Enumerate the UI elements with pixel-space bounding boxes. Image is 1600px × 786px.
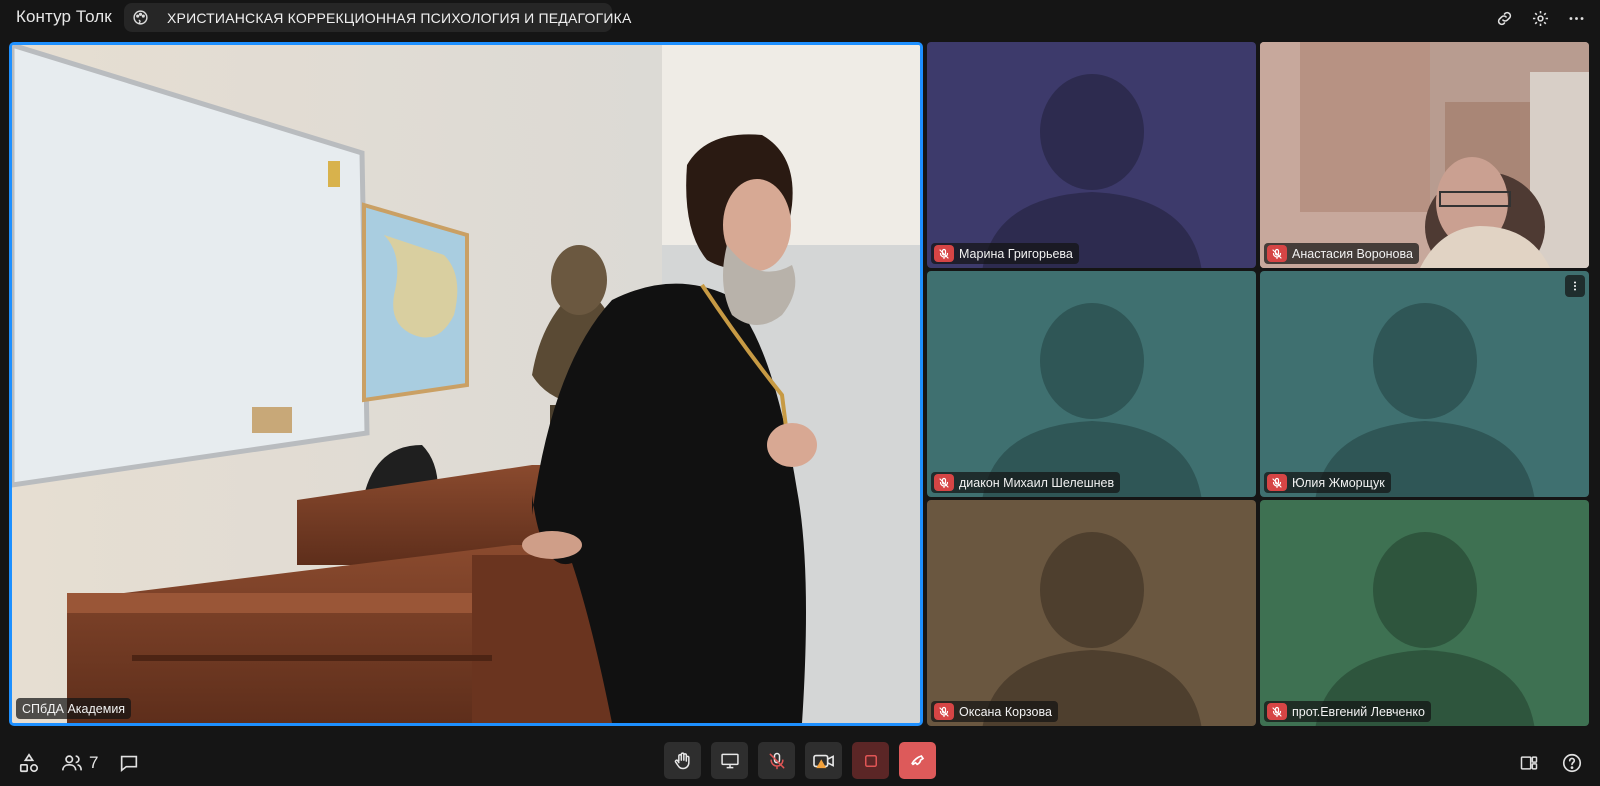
palette-icon bbox=[132, 9, 149, 27]
app-title: Контур Толк bbox=[16, 7, 112, 26]
meeting-title-pill[interactable]: ХРИСТИАНСКАЯ КОРРЕКЦИОННАЯ ПСИХОЛОГИЯ И … bbox=[124, 3, 631, 32]
classroom-video-frame bbox=[12, 45, 920, 723]
layout-grid-icon bbox=[1520, 756, 1538, 770]
participant-tile[interactable]: диакон Михаил Шелешнев bbox=[927, 271, 1256, 497]
participant-video-frame bbox=[1260, 42, 1589, 268]
participant-name: диакон Михаил Шелешнев bbox=[959, 475, 1115, 490]
mic-off-icon bbox=[934, 474, 954, 491]
microphone-toggle-button[interactable] bbox=[758, 742, 795, 779]
main-speaker-video[interactable]: СПбДА Академия bbox=[9, 42, 923, 726]
mic-off-icon bbox=[934, 245, 954, 262]
participant-tile[interactable]: прот.Евгений Левченко bbox=[1260, 500, 1589, 726]
avatar-silhouette-icon bbox=[982, 74, 1201, 268]
link-icon bbox=[1497, 11, 1511, 25]
help-button[interactable] bbox=[1557, 746, 1587, 780]
question-icon bbox=[1562, 753, 1582, 773]
mic-off-icon bbox=[1267, 474, 1287, 491]
top-actions bbox=[1490, 6, 1590, 30]
main-speaker-name: СПбДА Академия bbox=[22, 701, 126, 716]
vertical-ellipsis-icon bbox=[1574, 281, 1576, 291]
camera-toggle-button[interactable] bbox=[805, 742, 842, 779]
settings-button[interactable] bbox=[1526, 6, 1554, 30]
layout-button[interactable] bbox=[1514, 746, 1544, 780]
participants-count: 7 bbox=[89, 753, 99, 772]
participant-name: Юлия Жморщук bbox=[1292, 475, 1385, 490]
meeting-name: ХРИСТИАНСКАЯ КОРРЕКЦИОННАЯ ПСИХОЛОГИЯ И … bbox=[167, 9, 632, 26]
raise-hand-button[interactable] bbox=[664, 742, 701, 779]
participant-name: Оксана Корзова bbox=[959, 704, 1052, 719]
hand-icon bbox=[674, 751, 690, 769]
main-speaker-name-tag: СПбДА Академия bbox=[16, 698, 132, 719]
participant-name-tag: Анастасия Воронова bbox=[1264, 243, 1419, 264]
participant-name-tag: Марина Григорьева bbox=[931, 243, 1079, 264]
stop-square-icon bbox=[864, 754, 877, 767]
participant-tile-video[interactable]: Анастасия Воронова bbox=[1260, 42, 1589, 268]
mic-muted-icon bbox=[769, 752, 784, 769]
avatar-silhouette-icon bbox=[1315, 303, 1534, 497]
call-controls bbox=[664, 742, 936, 779]
record-button[interactable] bbox=[852, 742, 889, 779]
app-window: Контур Толк ХРИСТИАНСКАЯ КОРРЕКЦИОННАЯ П… bbox=[0, 0, 1600, 786]
participant-name-tag: Юлия Жморщук bbox=[1264, 472, 1391, 493]
participant-tile[interactable]: Марина Григорьева bbox=[927, 42, 1256, 268]
more-button[interactable] bbox=[1562, 6, 1590, 30]
people-icon bbox=[62, 755, 82, 771]
bottom-toolbar: 7 bbox=[0, 742, 1600, 786]
copy-link-button[interactable] bbox=[1490, 6, 1518, 30]
screen-share-button[interactable] bbox=[711, 742, 748, 779]
avatar-silhouette-icon bbox=[982, 532, 1201, 726]
monitor-icon bbox=[720, 753, 739, 768]
chat-icon bbox=[120, 755, 138, 773]
top-bar: Контур Толк ХРИСТИАНСКАЯ КОРРЕКЦИОННАЯ П… bbox=[0, 0, 1600, 36]
participant-name: прот.Евгений Левченко bbox=[1292, 704, 1425, 719]
participant-name-tag: прот.Евгений Левченко bbox=[1264, 701, 1431, 722]
tile-menu-button[interactable] bbox=[1565, 275, 1585, 297]
participant-name: Марина Григорьева bbox=[959, 246, 1073, 261]
mic-off-icon bbox=[1267, 703, 1287, 720]
gear-icon bbox=[1532, 10, 1548, 26]
avatar-silhouette-icon bbox=[982, 303, 1201, 497]
avatar-silhouette-icon bbox=[1315, 532, 1534, 726]
participant-tile[interactable]: Юлия Жморщук bbox=[1260, 271, 1589, 497]
shapes-icon bbox=[19, 753, 39, 773]
ellipsis-icon bbox=[1569, 16, 1583, 20]
mic-off-icon bbox=[934, 703, 954, 720]
apps-button[interactable] bbox=[14, 746, 44, 780]
leave-call-button[interactable] bbox=[899, 742, 936, 779]
participants-button[interactable]: 7 bbox=[60, 746, 98, 780]
chat-button[interactable] bbox=[114, 746, 144, 780]
participant-tile[interactable]: Оксана Корзова bbox=[927, 500, 1256, 726]
participant-name: Анастасия Воронова bbox=[1292, 246, 1413, 261]
phone-hangup-icon bbox=[910, 754, 924, 765]
participant-name-tag: Оксана Корзова bbox=[931, 701, 1058, 722]
mic-off-icon bbox=[1267, 245, 1287, 262]
participant-name-tag: диакон Михаил Шелешнев bbox=[931, 472, 1121, 493]
camera-warning-icon bbox=[812, 754, 834, 768]
